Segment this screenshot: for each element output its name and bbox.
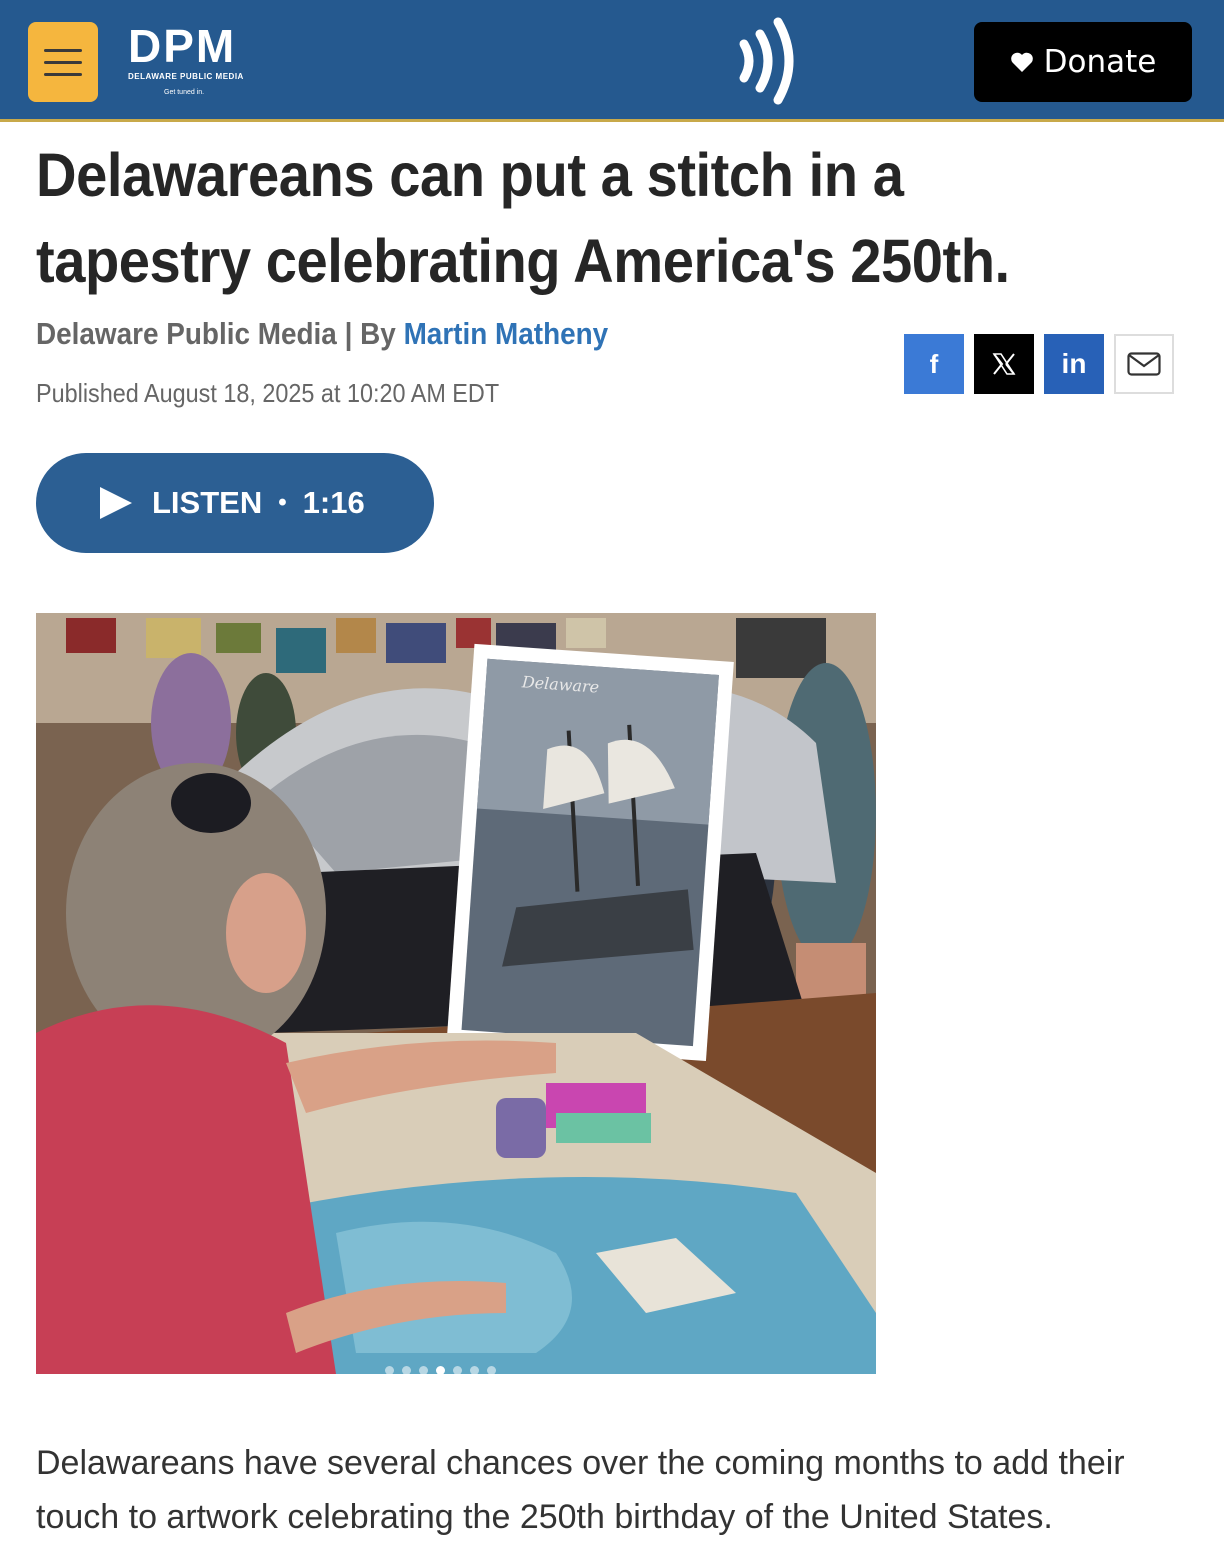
logo-subtitle: DELAWARE PUBLIC MEDIA [128, 72, 244, 81]
listen-duration: 1:16 [302, 485, 365, 520]
carousel-dot[interactable] [453, 1366, 462, 1375]
author-link[interactable]: Martin Matheny [404, 316, 609, 351]
share-linkedin-button[interactable]: in [1044, 334, 1104, 394]
heart-icon [1010, 52, 1033, 72]
article-headline: Delawareans can put a stitch in a tapest… [36, 141, 1010, 295]
hamburger-icon-line [44, 48, 82, 52]
carousel-dot[interactable] [419, 1366, 428, 1375]
site-header: DPM DELAWARE PUBLIC MEDIA Get tuned in. … [0, 0, 1224, 122]
radio-waves-icon[interactable] [736, 14, 808, 108]
x-icon [992, 353, 1016, 375]
hamburger-menu-button[interactable] [28, 22, 98, 102]
hamburger-icon-line [44, 60, 82, 64]
linkedin-icon: in [1061, 348, 1087, 379]
logo-tagline: Get tuned in. [164, 89, 205, 96]
donate-label: Donate [1043, 44, 1157, 80]
photo-illustration: Delaware [36, 613, 876, 1374]
share-bar: f in [904, 334, 1174, 394]
byline: Delaware Public Media | By Martin Mathen… [36, 316, 608, 352]
byline-prefix: | By [344, 316, 396, 351]
share-facebook-button[interactable]: f [904, 334, 964, 394]
listen-button[interactable]: LISTEN • 1:16 [36, 453, 434, 553]
share-email-button[interactable] [1114, 334, 1174, 394]
listen-label: LISTEN [152, 485, 263, 520]
site-logo[interactable]: DPM DELAWARE PUBLIC MEDIA Get tuned in. [128, 20, 268, 104]
share-x-button[interactable] [974, 334, 1034, 394]
carousel-dot-active[interactable] [436, 1366, 445, 1375]
carousel-dot[interactable] [402, 1366, 411, 1375]
listen-separator: • [278, 489, 287, 516]
carousel-dot[interactable] [487, 1366, 496, 1375]
carousel-dot[interactable] [385, 1366, 394, 1375]
published-date: Published August 18, 2025 at 10:20 AM ED… [36, 378, 500, 408]
mail-icon [1127, 352, 1161, 376]
photo-carousel-dots [385, 1366, 496, 1375]
byline-source[interactable]: Delaware Public Media [36, 316, 337, 351]
logo-text: DPM [128, 20, 237, 72]
carousel-dot[interactable] [470, 1366, 479, 1375]
article-lead-paragraph: Delawareans have several chances over th… [36, 1444, 1125, 1536]
hamburger-icon-line [44, 72, 82, 76]
donate-button[interactable]: Donate [974, 22, 1192, 102]
play-icon [100, 487, 132, 519]
facebook-icon: f [929, 348, 939, 379]
article-photo[interactable]: Delaware [36, 613, 876, 1374]
